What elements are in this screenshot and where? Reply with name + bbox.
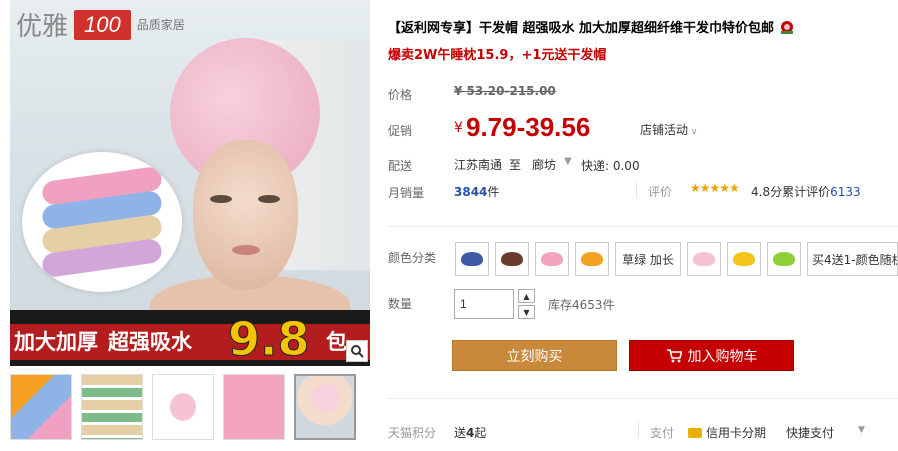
pay-card-label: 信用卡分期 <box>706 426 767 440</box>
thumbnail-5[interactable] <box>294 374 356 440</box>
rating-label: 评价 <box>648 185 673 199</box>
original-price: ¥ 53.20-215.00 <box>454 84 556 98</box>
banner-tail: 包 <box>326 330 347 354</box>
points-prefix: 送 <box>454 426 467 440</box>
shop-event-label: 店铺活动 <box>640 123 689 137</box>
stock-count: 库存4653件 <box>548 298 615 312</box>
banner-line1: 加大加厚 <box>14 330 98 354</box>
ship-label: 配送 <box>388 159 413 173</box>
swatch-color <box>501 252 523 266</box>
swatch-color <box>541 252 563 266</box>
swatch-blue[interactable] <box>455 242 489 276</box>
pay-credit-installment[interactable]: 信用卡分期 <box>688 424 766 441</box>
quantity-input[interactable] <box>454 289 514 319</box>
model-face <box>193 140 298 290</box>
swatch-color <box>581 252 603 266</box>
ship-city-selector[interactable]: 廊坊 <box>532 156 556 173</box>
thumbnail-3[interactable] <box>152 374 214 440</box>
sales-unit: 件 <box>487 185 500 199</box>
qty-decrease-button[interactable]: ▼ <box>518 305 535 319</box>
divider <box>638 422 639 438</box>
shop-event-dropdown[interactable]: 店铺活动 ∨ <box>640 121 697 138</box>
rating-total-label: 累计评价 <box>782 185 831 199</box>
swatch-light-pink[interactable] <box>687 242 721 276</box>
model-lips <box>232 245 260 255</box>
sales-count: 3844 <box>454 185 488 199</box>
thumbnail-2[interactable] <box>81 374 143 440</box>
sales-label: 月销量 <box>388 186 425 200</box>
cart-icon <box>666 348 682 362</box>
swatch-orange[interactable] <box>575 242 609 276</box>
swatch-color <box>773 252 795 266</box>
product-title: 【返利网专享】干发帽 超强吸水 加大加厚超细纤维干发巾特价包邮 <box>388 17 894 36</box>
swatch-buy4-get1-random[interactable]: 买4送1-颜色随机 <box>807 242 898 276</box>
promo-price: 9.79-39.56 <box>466 112 591 142</box>
caret-down-icon[interactable]: ▼ <box>858 425 865 435</box>
brand-tagline: 品质家居 <box>136 18 185 32</box>
swatch-color <box>733 252 755 266</box>
qty-increase-button[interactable]: ▲ <box>518 289 535 303</box>
chevron-down-icon: ∨ <box>688 127 698 137</box>
rating-total: 6133 <box>830 185 861 199</box>
thumbnail-strip <box>10 374 370 440</box>
rating-score: 4.8分 <box>751 185 783 199</box>
model-eye-right <box>258 195 280 203</box>
swatch-brown[interactable] <box>495 242 529 276</box>
swatch-yellow[interactable] <box>727 242 761 276</box>
section-divider <box>388 226 898 227</box>
points-label: 天猫积分 <box>388 426 437 440</box>
points-suffix: 起 <box>474 426 487 440</box>
ship-fee: 快递: 0.00 <box>581 159 640 173</box>
swatch-color <box>461 252 483 266</box>
promo-currency: ¥ <box>454 120 463 136</box>
swatch-color <box>693 252 715 266</box>
pay-label: 支付 <box>650 426 675 440</box>
thumbnail-1[interactable] <box>10 374 72 440</box>
brand-number: 100 <box>74 9 131 40</box>
main-product-image[interactable]: 优雅 100 品质家居 加大加厚 超强吸水 9.8 包 <box>10 0 370 366</box>
credit-card-icon <box>688 427 702 438</box>
section-divider <box>388 398 898 399</box>
brand-name: 优雅 <box>16 12 69 42</box>
add-to-cart-button[interactable]: 加入购物车 <box>629 340 794 371</box>
promo-banner-text: 加大加厚 超强吸水 <box>14 326 192 356</box>
price-label: 价格 <box>388 88 413 102</box>
zoom-icon[interactable] <box>346 340 368 362</box>
love-icon <box>781 21 794 34</box>
divider <box>636 182 637 198</box>
swatch-grass-green-long[interactable]: 草绿 加长 <box>615 242 681 276</box>
product-title-text: 【返利网专享】干发帽 超强吸水 加大加厚超细纤维干发巾特价包邮 <box>388 21 775 36</box>
product-subtitle: 爆卖2W午睡枕15.9，+1元送干发帽 <box>388 48 607 63</box>
swatch-pink[interactable] <box>535 242 569 276</box>
model-eye-left <box>210 195 232 203</box>
thumbnail-4[interactable] <box>223 374 285 440</box>
ship-to: 至 <box>509 158 522 172</box>
buy-now-button[interactable]: 立刻购买 <box>452 340 617 371</box>
rating-stars: ★★★★★ <box>690 181 740 195</box>
sales-value: 3844件 <box>454 183 499 200</box>
caret-down-icon[interactable]: ▼ <box>564 156 572 167</box>
qty-label: 数量 <box>388 297 413 311</box>
color-label: 颜色分类 <box>388 251 437 265</box>
pay-quick[interactable]: 快捷支付 <box>786 424 834 441</box>
banner-line2: 超强吸水 <box>108 330 192 354</box>
rating-summary[interactable]: 4.8分累计评价6133 <box>751 183 861 200</box>
towel-stack-inset <box>22 152 182 292</box>
banner-price: 9.8 <box>228 312 310 366</box>
brand-logo: 优雅 100 品质家居 <box>16 6 185 43</box>
swatch-green[interactable] <box>767 242 801 276</box>
add-to-cart-label: 加入购物车 <box>687 348 758 365</box>
promo-label: 促销 <box>388 124 413 138</box>
points-value: 送4起 <box>454 424 486 441</box>
ship-from: 江苏南通 <box>454 158 503 172</box>
